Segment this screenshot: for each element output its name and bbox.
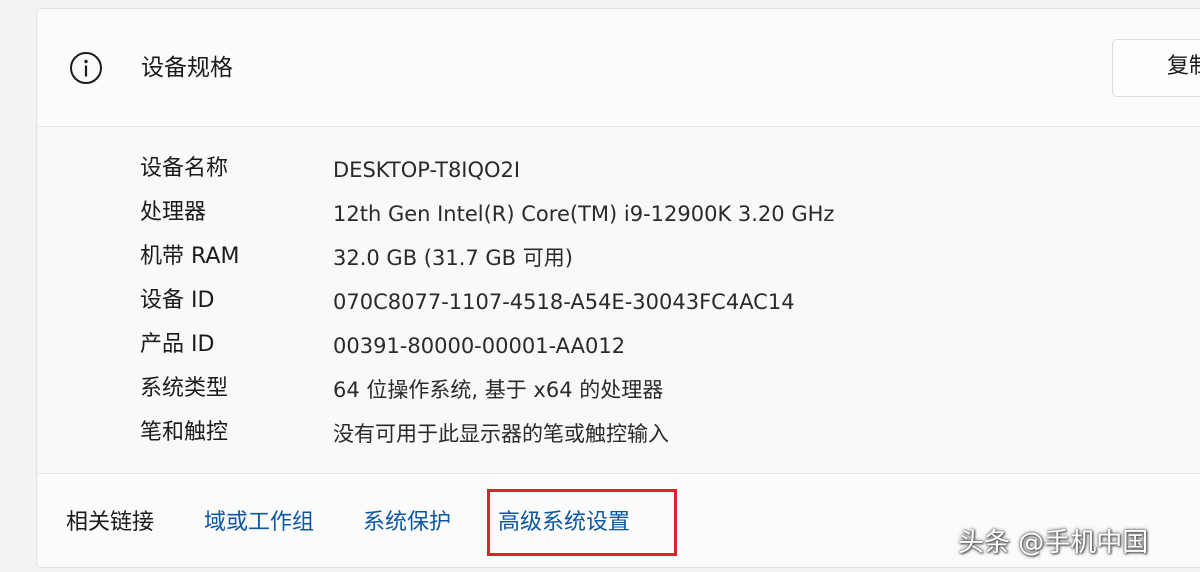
device-specs-header[interactable]: 设备规格 复制	[37, 9, 1200, 127]
spec-row-processor: 处理器 12th Gen Intel(R) Core(TM) i9-12900K…	[37, 193, 1200, 233]
copy-button[interactable]: 复制	[1112, 39, 1200, 97]
screenshot: 设备规格 复制 设备名称 DESKTOP-T8IQO2I 处理器 12th Ge…	[0, 0, 1200, 572]
section-title: 设备规格	[141, 55, 233, 81]
spec-value: 00391-80000-00001-AA012	[333, 334, 626, 358]
spec-value: DESKTOP-T8IQO2I	[333, 158, 521, 182]
link-domain-workgroup[interactable]: 域或工作组	[204, 508, 314, 538]
spec-label: 处理器	[140, 200, 207, 225]
spec-row-device-name: 设备名称 DESKTOP-T8IQO2I	[37, 149, 1200, 189]
spec-label: 设备名称	[140, 156, 229, 181]
link-advanced-system-settings[interactable]: 高级系统设置	[498, 508, 630, 538]
spec-row-ram: 机带 RAM 32.0 GB (31.7 GB 可用)	[37, 237, 1200, 277]
spec-label: 设备 ID	[140, 288, 215, 313]
spec-value: 64 位操作系统, 基于 x64 的处理器	[333, 378, 664, 402]
spec-list: 设备名称 DESKTOP-T8IQO2I 处理器 12th Gen Intel(…	[37, 127, 1200, 473]
spec-value: 32.0 GB (31.7 GB 可用)	[333, 246, 573, 270]
device-specs-card: 设备规格 复制 设备名称 DESKTOP-T8IQO2I 处理器 12th Ge…	[36, 8, 1200, 568]
link-system-protection[interactable]: 系统保护	[363, 508, 451, 538]
spec-label: 笔和触控	[140, 420, 229, 445]
spec-label: 机带 RAM	[140, 244, 240, 269]
spec-row-device-id: 设备 ID 070C8077-1107-4518-A54E-30043FC4AC…	[37, 281, 1200, 321]
spec-label: 产品 ID	[140, 332, 215, 357]
watermark-text: 头条 @手机中国	[958, 527, 1149, 558]
spec-row-pen-touch: 笔和触控 没有可用于此显示器的笔或触控输入	[37, 413, 1200, 453]
spec-row-product-id: 产品 ID 00391-80000-00001-AA012	[37, 325, 1200, 365]
info-icon	[69, 51, 103, 85]
spec-value: 没有可用于此显示器的笔或触控输入	[333, 422, 669, 446]
spec-value: 12th Gen Intel(R) Core(TM) i9-12900K 3.2…	[333, 202, 835, 226]
spec-row-system-type: 系统类型 64 位操作系统, 基于 x64 的处理器	[37, 369, 1200, 409]
spec-value: 070C8077-1107-4518-A54E-30043FC4AC14	[333, 290, 795, 314]
watermark: 头条 @手机中国	[958, 520, 1148, 560]
spec-label: 系统类型	[140, 376, 229, 401]
related-links-title: 相关链接	[66, 510, 155, 535]
